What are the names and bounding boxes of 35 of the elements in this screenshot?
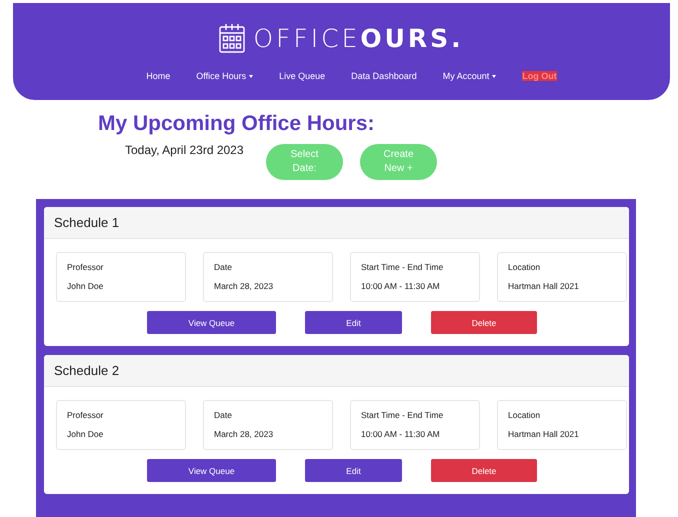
card-button[interactable]: Delete — [431, 311, 537, 334]
card-title: Schedule 1 — [44, 207, 629, 239]
field-value: John Doe — [67, 429, 104, 439]
nav-link[interactable]: Office Hours — [196, 71, 254, 81]
page-title: My Upcoming Office Hours: — [98, 112, 376, 136]
card-button[interactable]: Edit — [305, 459, 402, 482]
field-label: Location — [508, 410, 542, 420]
calendar-icon — [219, 23, 246, 53]
date-text: Today, April 23rd 2023 — [125, 143, 245, 157]
card-title: Schedule 2 — [44, 355, 629, 387]
field-label: Start Time - End Time — [361, 410, 444, 420]
card-button[interactable]: View Queue — [147, 459, 276, 482]
field-value: March 28, 2023 — [214, 281, 274, 291]
card-button[interactable]: View Queue — [147, 311, 276, 334]
field-value: 10:00 AM - 11:30 AM — [361, 281, 441, 291]
nav-link[interactable]: My Account — [442, 71, 496, 81]
nav-link[interactable]: Live Queue — [279, 71, 326, 81]
nav-link[interactable]: Home — [146, 71, 170, 81]
field-label: Start Time - End Time — [361, 262, 444, 272]
field-value: Hartman Hall 2021 — [508, 429, 580, 439]
nav-link[interactable]: Data Dashboard — [351, 71, 417, 81]
field-label: Location — [508, 262, 542, 272]
field-value: John Doe — [67, 281, 104, 291]
field-label: Date — [214, 410, 233, 420]
caret-icon — [492, 74, 496, 78]
field-value: Hartman Hall 2021 — [508, 281, 580, 291]
caret-icon — [249, 74, 254, 78]
field-label: Professor — [67, 262, 104, 272]
field-label: Professor — [67, 410, 104, 420]
field-value: 10:00 AM - 11:30 AM — [361, 429, 441, 439]
logo-text: OFFICEOURS. — [253, 24, 464, 52]
card-button[interactable]: Edit — [305, 311, 402, 334]
field-label: Date — [214, 262, 233, 272]
field-value: March 28, 2023 — [214, 429, 274, 439]
card-button[interactable]: Delete — [431, 459, 537, 482]
